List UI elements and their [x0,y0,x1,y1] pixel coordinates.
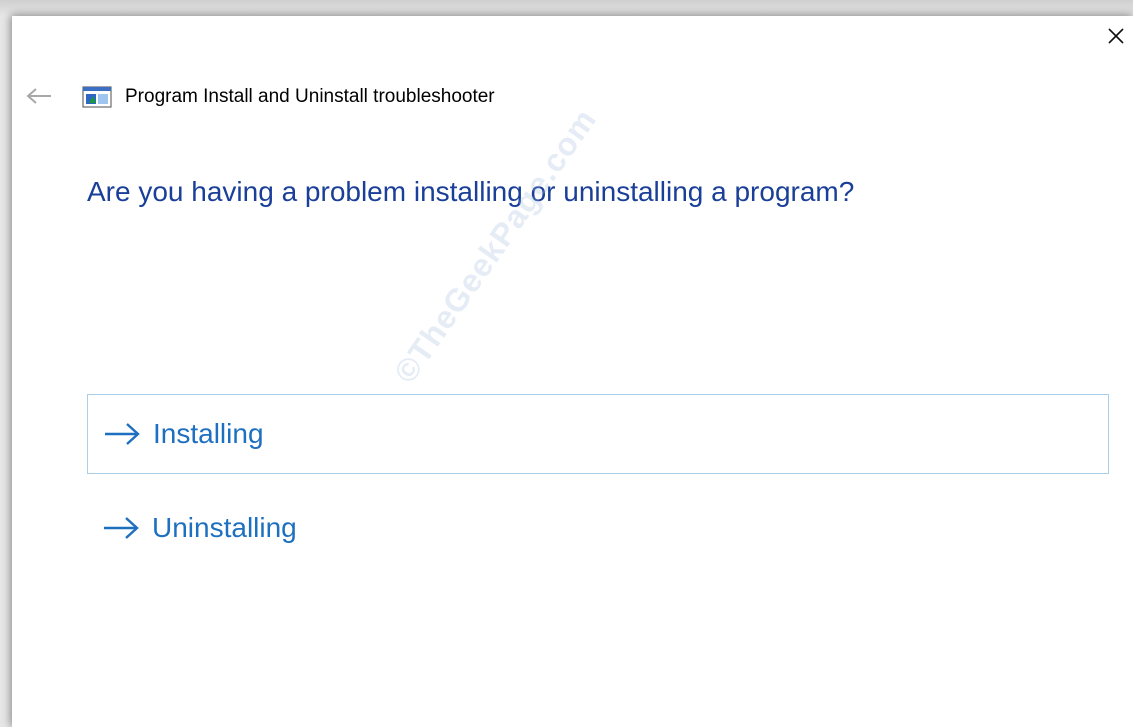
right-arrow-icon [104,517,139,539]
close-button[interactable] [1099,16,1133,56]
option-installing[interactable]: Installing [87,394,1109,474]
option-uninstalling-label: Uninstalling [152,512,297,543]
troubleshooter-window: Program Install and Uninstall troublesho… [12,16,1133,727]
troubleshooter-app-icon [82,86,112,108]
option-installing-label: Installing [153,418,264,449]
right-arrow-icon [105,423,140,445]
option-uninstalling[interactable]: Uninstalling [87,488,1109,568]
screen-frame: Program Install and Uninstall troublesho… [0,0,1133,727]
window-title: Program Install and Uninstall troublesho… [125,86,495,107]
watermark: ©TheGeekPage.com [386,101,604,390]
page-question: Are you having a problem installing or u… [87,176,855,207]
title-bar: Program Install and Uninstall troublesho… [82,84,495,110]
back-button[interactable] [24,84,54,108]
back-arrow-icon [26,88,51,104]
close-icon [1108,28,1124,44]
